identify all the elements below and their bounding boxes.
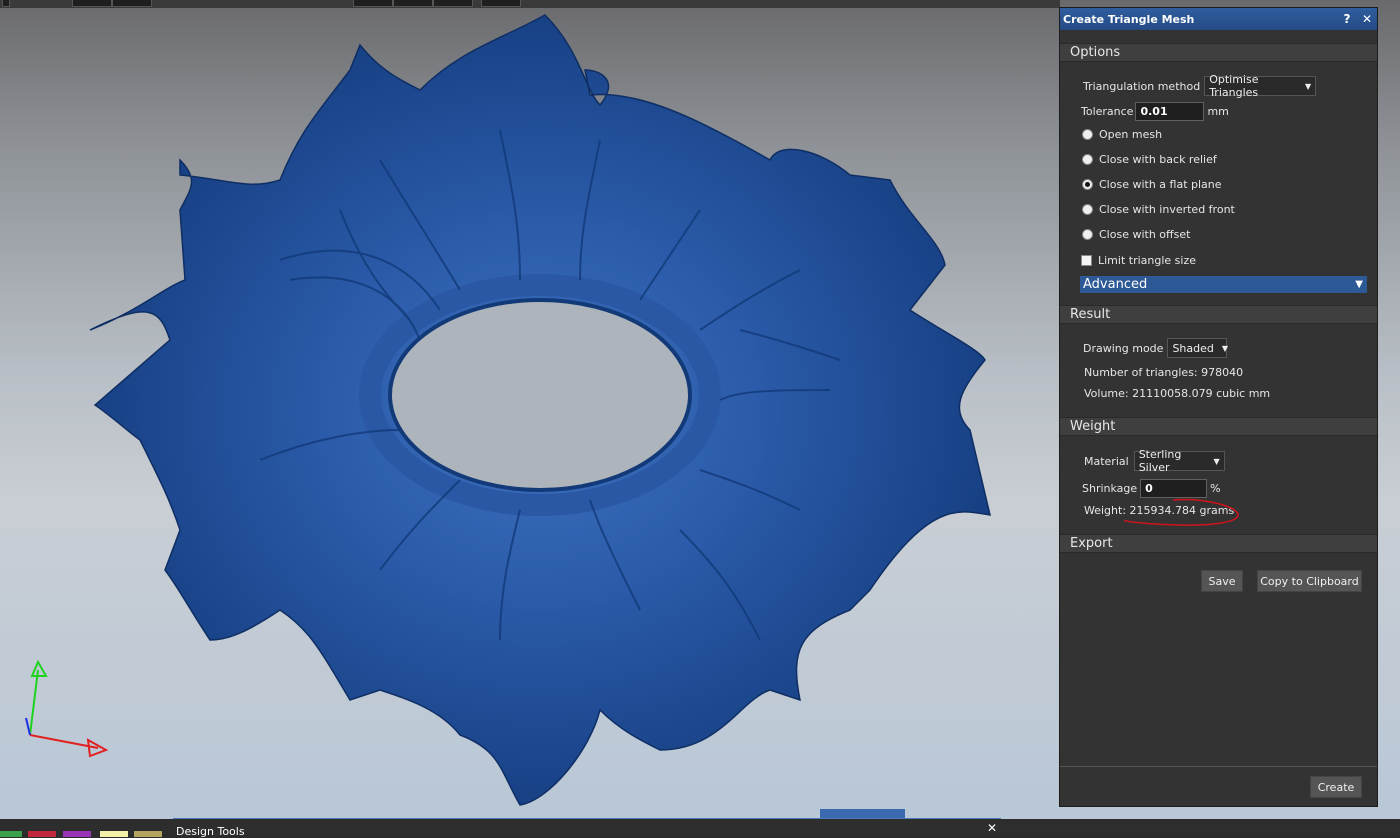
toolbar-button[interactable] bbox=[353, 0, 393, 7]
close-icon[interactable]: ✕ bbox=[1357, 12, 1377, 26]
radio-button[interactable] bbox=[1082, 229, 1093, 240]
panel-title: Create Triangle Mesh bbox=[1063, 12, 1195, 26]
triangulation-label: Triangulation method bbox=[1083, 79, 1201, 93]
design-tools-panel: Design Tools ✕ bbox=[173, 818, 1001, 838]
color-swatch[interactable] bbox=[0, 831, 22, 837]
result-section-heading[interactable]: Result bbox=[1060, 305, 1377, 324]
tolerance-label: Tolerance bbox=[1081, 105, 1134, 118]
tolerance-unit: mm bbox=[1207, 105, 1229, 118]
close-icon[interactable]: ✕ bbox=[987, 821, 997, 835]
color-swatch[interactable] bbox=[134, 831, 162, 837]
radio-label: Close with a flat plane bbox=[1099, 178, 1222, 191]
help-icon[interactable]: ? bbox=[1337, 12, 1357, 26]
radio-close-offset[interactable]: Close with offset bbox=[1082, 228, 1190, 241]
radio-label: Close with offset bbox=[1099, 228, 1191, 241]
color-swatch[interactable] bbox=[63, 831, 91, 837]
radio-button[interactable] bbox=[1082, 204, 1093, 215]
tolerance-row: Tolerance 0.01 mm bbox=[1081, 102, 1229, 121]
drawing-mode-row: Drawing mode Shaded ▼ bbox=[1083, 338, 1229, 358]
panel-divider bbox=[1060, 766, 1377, 767]
radio-label: Open mesh bbox=[1099, 128, 1163, 141]
save-button[interactable]: Save bbox=[1201, 570, 1243, 592]
volume-readout: Volume: 21110058.079 cubic mm bbox=[1084, 387, 1271, 400]
radio-button[interactable] bbox=[1082, 129, 1093, 140]
radio-button[interactable] bbox=[1082, 154, 1093, 165]
toolbar-button[interactable] bbox=[72, 0, 112, 7]
radio-close-back-relief[interactable]: Close with back relief bbox=[1082, 153, 1217, 166]
copy-to-clipboard-button[interactable]: Copy to Clipboard bbox=[1257, 570, 1362, 592]
chevron-down-icon: ▼ bbox=[1355, 279, 1363, 290]
drawing-mode-label: Drawing mode bbox=[1083, 341, 1164, 355]
export-section-heading[interactable]: Export bbox=[1060, 534, 1377, 553]
material-label: Material bbox=[1084, 454, 1129, 468]
triangulation-value: Optimise Triangles bbox=[1209, 73, 1259, 99]
tolerance-input[interactable]: 0.01 bbox=[1135, 102, 1205, 121]
top-toolbar bbox=[0, 0, 1060, 8]
limit-label: Limit triangle size bbox=[1098, 254, 1197, 267]
triangulation-dropdown[interactable]: Optimise Triangles ▼ bbox=[1204, 73, 1317, 99]
radio-button-selected[interactable] bbox=[1082, 179, 1093, 190]
design-tools-title: Design Tools bbox=[176, 825, 245, 838]
chevron-down-icon: ▼ bbox=[1213, 456, 1220, 466]
drawing-mode-dropdown[interactable]: Shaded ▼ bbox=[1167, 338, 1229, 358]
shrinkage-label: Shrinkage bbox=[1082, 482, 1138, 495]
radio-close-inverted-front[interactable]: Close with inverted front bbox=[1082, 203, 1235, 216]
chevron-down-icon: ▼ bbox=[1221, 343, 1229, 353]
radio-close-flat-plane[interactable]: Close with a flat plane bbox=[1082, 178, 1222, 191]
advanced-expander[interactable]: Advanced ▼ bbox=[1080, 276, 1367, 293]
color-swatch[interactable] bbox=[28, 831, 56, 837]
triangulation-row: Triangulation method Optimise Triangles … bbox=[1083, 73, 1317, 99]
red-annotation-circle bbox=[1123, 498, 1239, 526]
color-swatch[interactable] bbox=[100, 831, 128, 837]
shrinkage-unit: % bbox=[1210, 482, 1221, 495]
triangles-count: Number of triangles: 978040 bbox=[1084, 366, 1244, 379]
drawing-mode-value: Shaded bbox=[1172, 341, 1214, 355]
panel-title-bar: Create Triangle Mesh ? ✕ bbox=[1060, 8, 1377, 30]
toolbar-button[interactable] bbox=[481, 0, 521, 7]
radio-label: Close with inverted front bbox=[1099, 203, 1235, 216]
options-section-heading[interactable]: Options bbox=[1060, 43, 1377, 62]
toolbar-button[interactable] bbox=[393, 0, 433, 7]
material-value: Sterling Silver bbox=[1138, 448, 1182, 474]
chevron-down-icon: ▼ bbox=[1305, 81, 1312, 91]
toolbar-button[interactable] bbox=[433, 0, 473, 7]
create-triangle-mesh-panel: Create Triangle Mesh ? ✕ Options Triangu… bbox=[1059, 7, 1378, 807]
limit-checkbox[interactable] bbox=[1081, 255, 1092, 266]
material-row: Material Sterling Silver ▼ bbox=[1084, 448, 1225, 474]
toolbar-button[interactable] bbox=[2, 0, 10, 7]
material-dropdown[interactable]: Sterling Silver ▼ bbox=[1133, 448, 1225, 474]
radio-open-mesh[interactable]: Open mesh bbox=[1082, 128, 1162, 141]
advanced-label: Advanced bbox=[1083, 277, 1148, 292]
limit-triangle-size-row[interactable]: Limit triangle size bbox=[1081, 254, 1196, 267]
weight-section-heading[interactable]: Weight bbox=[1060, 417, 1377, 436]
toolbar-button[interactable] bbox=[112, 0, 152, 7]
radio-label: Close with back relief bbox=[1099, 153, 1217, 166]
create-button[interactable]: Create bbox=[1310, 776, 1362, 798]
axis-triad-icon bbox=[25, 660, 109, 758]
relief-model bbox=[89, 14, 991, 806]
